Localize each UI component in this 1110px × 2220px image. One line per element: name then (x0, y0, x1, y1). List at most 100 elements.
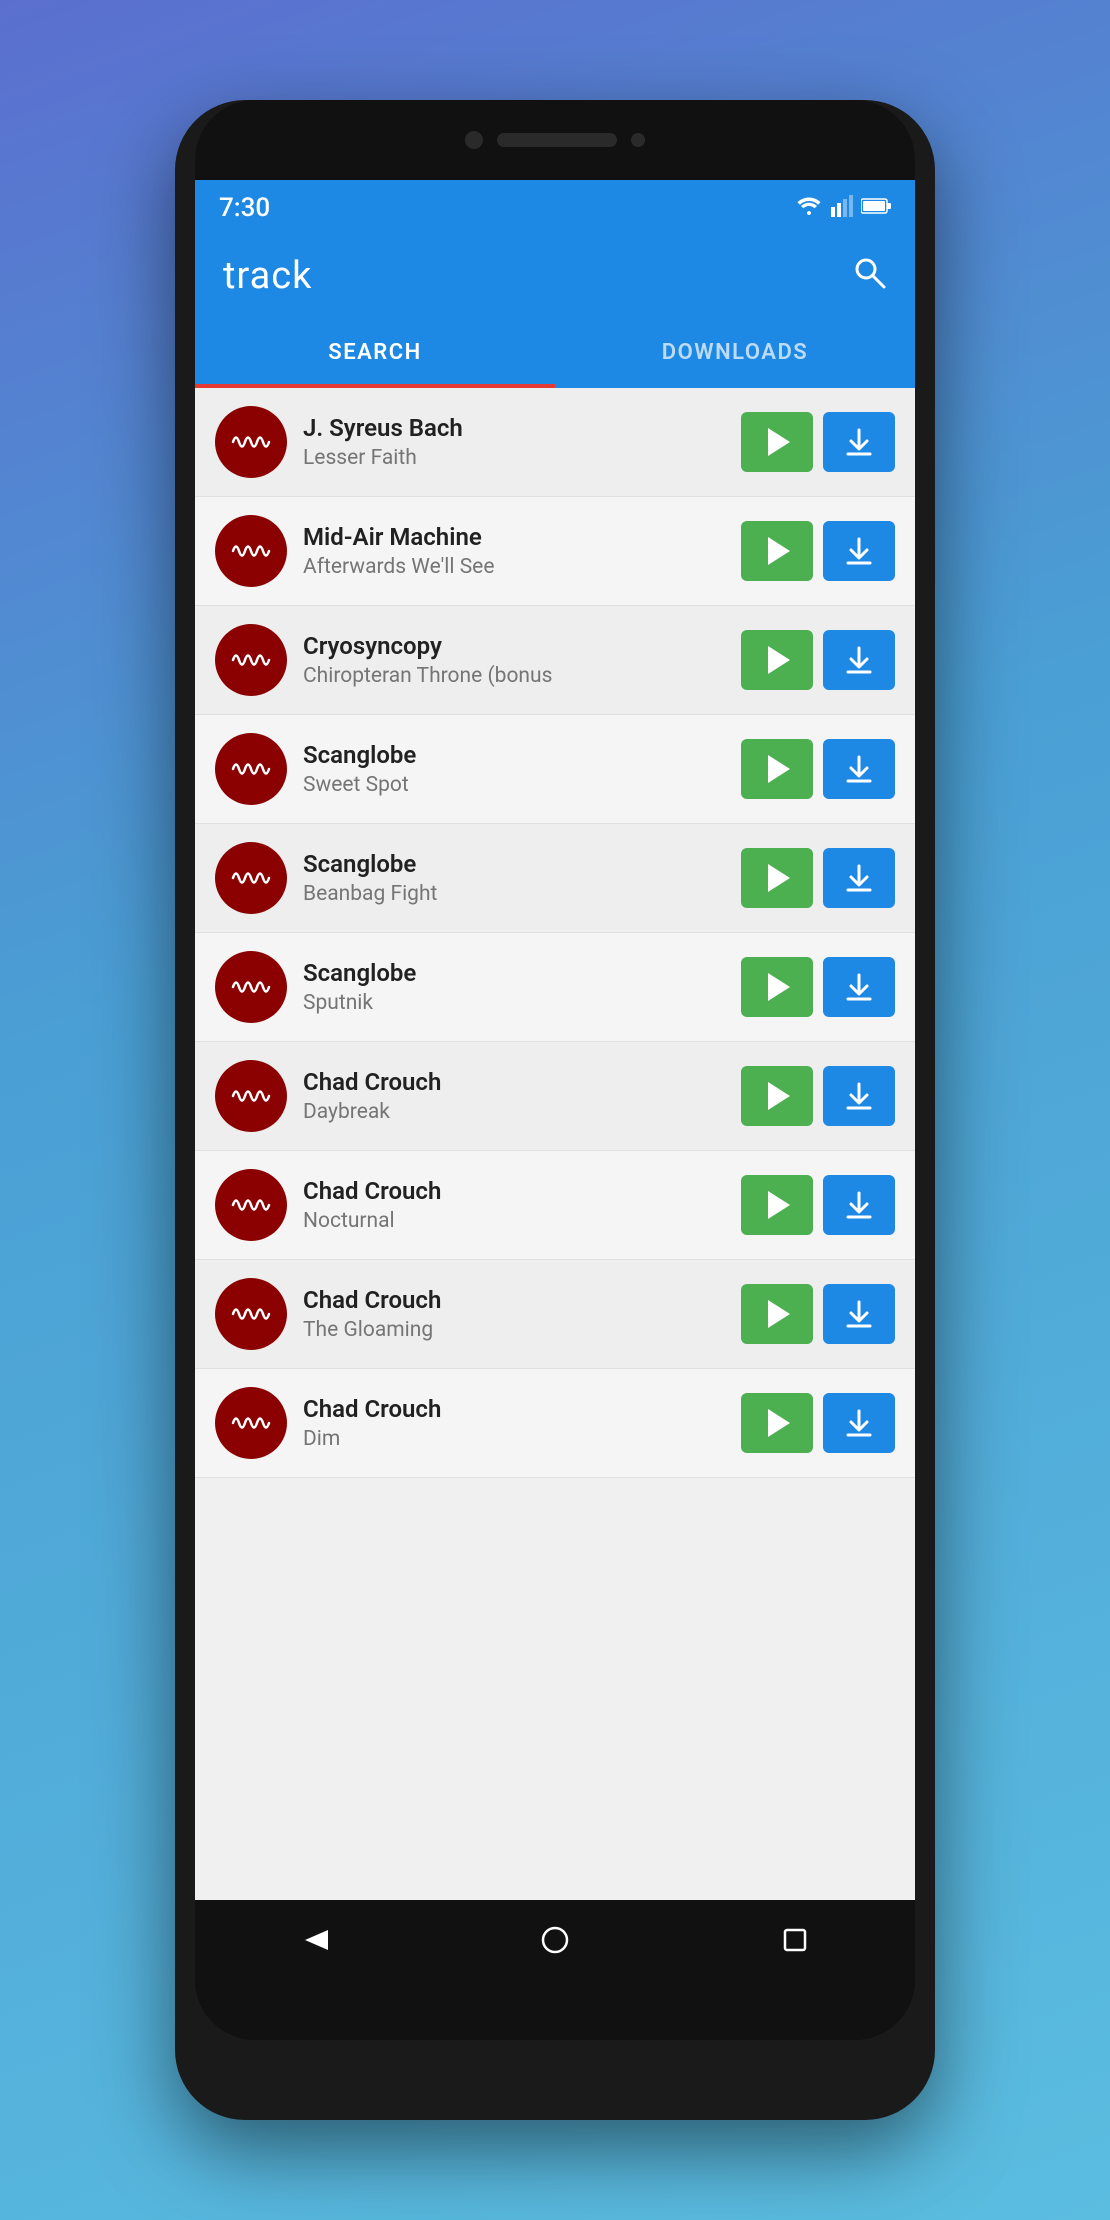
download-button[interactable] (823, 848, 895, 908)
track-list: J. Syreus Bach Lesser Faith Mid- (195, 388, 915, 1900)
download-button[interactable] (823, 1284, 895, 1344)
wifi-icon (795, 195, 823, 222)
track-item: Scanglobe Sputnik (195, 933, 915, 1042)
play-button[interactable] (741, 412, 813, 472)
track-info: Chad Crouch The Gloaming (303, 1286, 725, 1342)
play-button[interactable] (741, 848, 813, 908)
track-song-title: Lesser Faith (303, 446, 725, 470)
track-avatar (215, 515, 287, 587)
play-button[interactable] (741, 1066, 813, 1126)
track-artist: Scanglobe (303, 959, 725, 987)
track-actions (741, 1175, 895, 1235)
bottom-nav (195, 1900, 915, 1980)
status-icons (795, 195, 891, 222)
track-info: J. Syreus Bach Lesser Faith (303, 414, 725, 470)
front-sensor (631, 133, 645, 147)
track-actions (741, 412, 895, 472)
front-camera (465, 131, 483, 149)
download-button[interactable] (823, 412, 895, 472)
track-actions (741, 521, 895, 581)
app-header: track (195, 236, 915, 316)
track-info: Chad Crouch Daybreak (303, 1068, 725, 1124)
play-button[interactable] (741, 630, 813, 690)
track-item: J. Syreus Bach Lesser Faith (195, 388, 915, 497)
track-item: Chad Crouch Daybreak (195, 1042, 915, 1151)
download-button[interactable] (823, 957, 895, 1017)
track-avatar (215, 624, 287, 696)
signal-icon (831, 195, 853, 222)
track-song-title: Daybreak (303, 1100, 725, 1124)
back-button[interactable] (290, 1915, 340, 1965)
track-artist: Chad Crouch (303, 1395, 725, 1423)
status-time: 7:30 (219, 193, 270, 223)
track-actions (741, 630, 895, 690)
track-artist: Mid-Air Machine (303, 523, 725, 551)
track-artist: Scanglobe (303, 850, 725, 878)
track-actions (741, 1393, 895, 1453)
track-song-title: Sputnik (303, 991, 725, 1015)
track-artist: Chad Crouch (303, 1068, 725, 1096)
track-song-title: Chiropteran Throne (bonus (303, 664, 725, 688)
track-song-title: Nocturnal (303, 1209, 725, 1233)
track-avatar (215, 406, 287, 478)
track-avatar (215, 1060, 287, 1132)
track-song-title: The Gloaming (303, 1318, 725, 1342)
track-info: Chad Crouch Dim (303, 1395, 725, 1451)
track-actions (741, 739, 895, 799)
download-button[interactable] (823, 521, 895, 581)
phone-frame: 7:30 (175, 100, 935, 2120)
download-button[interactable] (823, 630, 895, 690)
track-avatar (215, 1169, 287, 1241)
play-button[interactable] (741, 739, 813, 799)
track-item: Scanglobe Sweet Spot (195, 715, 915, 824)
status-bar: 7:30 (195, 180, 915, 236)
bottom-bezel (195, 1980, 915, 2040)
download-button[interactable] (823, 1175, 895, 1235)
play-button[interactable] (741, 957, 813, 1017)
download-button[interactable] (823, 1066, 895, 1126)
track-actions (741, 957, 895, 1017)
track-item: Chad Crouch Dim (195, 1369, 915, 1478)
track-info: Cryosyncopy Chiropteran Throne (bonus (303, 632, 725, 688)
track-avatar (215, 733, 287, 805)
track-song-title: Beanbag Fight (303, 882, 725, 906)
phone-screen: 7:30 (195, 100, 915, 2040)
download-button[interactable] (823, 1393, 895, 1453)
search-button[interactable] (851, 254, 887, 298)
track-info: Mid-Air Machine Afterwards We'll See (303, 523, 725, 579)
home-button[interactable] (530, 1915, 580, 1965)
track-info: Scanglobe Sputnik (303, 959, 725, 1015)
track-item: Scanglobe Beanbag Fight (195, 824, 915, 933)
track-artist: J. Syreus Bach (303, 414, 725, 442)
play-button[interactable] (741, 521, 813, 581)
track-item: Chad Crouch Nocturnal (195, 1151, 915, 1260)
track-avatar (215, 1278, 287, 1350)
play-button[interactable] (741, 1393, 813, 1453)
track-artist: Chad Crouch (303, 1286, 725, 1314)
track-avatar (215, 1387, 287, 1459)
track-actions (741, 848, 895, 908)
download-button[interactable] (823, 739, 895, 799)
tab-bar: SEARCH DOWNLOADS (195, 316, 915, 388)
track-info: Chad Crouch Nocturnal (303, 1177, 725, 1233)
track-info: Scanglobe Sweet Spot (303, 741, 725, 797)
top-bezel (195, 100, 915, 180)
track-song-title: Afterwards We'll See (303, 555, 725, 579)
track-song-title: Sweet Spot (303, 773, 725, 797)
track-item: Mid-Air Machine Afterwards We'll See (195, 497, 915, 606)
track-artist: Cryosyncopy (303, 632, 725, 660)
track-artist: Scanglobe (303, 741, 725, 769)
earpiece-speaker (497, 133, 617, 147)
track-avatar (215, 842, 287, 914)
tab-downloads[interactable]: DOWNLOADS (555, 316, 915, 388)
app-title: track (223, 254, 312, 298)
recents-button[interactable] (770, 1915, 820, 1965)
track-song-title: Dim (303, 1427, 725, 1451)
tab-search[interactable]: SEARCH (195, 316, 555, 388)
track-info: Scanglobe Beanbag Fight (303, 850, 725, 906)
battery-icon (861, 196, 891, 220)
track-avatar (215, 951, 287, 1023)
play-button[interactable] (741, 1175, 813, 1235)
track-actions (741, 1066, 895, 1126)
play-button[interactable] (741, 1284, 813, 1344)
